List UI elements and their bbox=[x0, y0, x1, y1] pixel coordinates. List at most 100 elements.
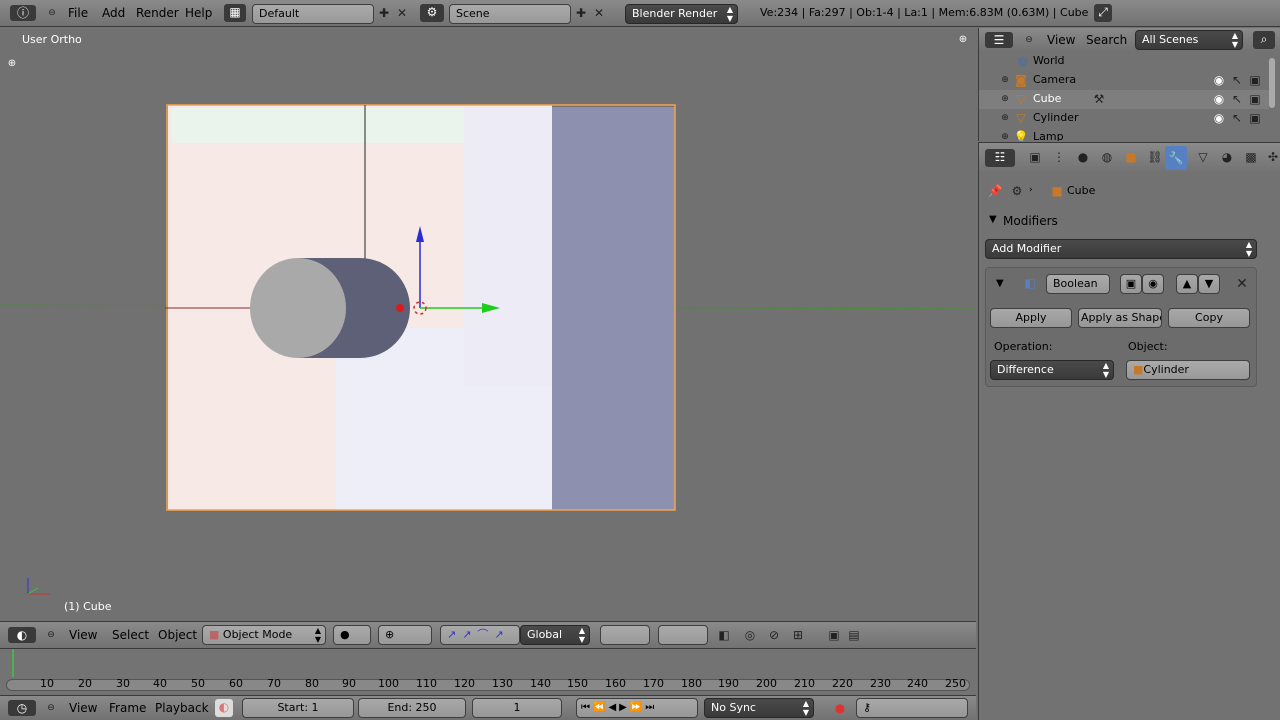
render-camera-icon[interactable]: ▣ bbox=[1247, 91, 1263, 107]
physics-tab-icon[interactable]: ✣ bbox=[1265, 149, 1280, 165]
outliner-editor-icon[interactable]: ☰ bbox=[985, 32, 1013, 48]
scene-icon[interactable]: ⚙ bbox=[420, 4, 444, 22]
list-item[interactable]: ⊕ ▽ Cube ⚒ ◉ ↖ ▣ bbox=[979, 90, 1269, 109]
scene-tab-icon[interactable]: ● bbox=[1075, 149, 1091, 165]
playback-controls[interactable]: ⏮⏪◀▶⏩⏭ bbox=[576, 698, 698, 718]
menu-view[interactable]: View bbox=[69, 625, 97, 645]
fullscreen-icon[interactable]: ⤢ bbox=[1094, 4, 1112, 22]
apply-as-shape-button[interactable]: Apply as Shape bbox=[1078, 308, 1162, 328]
collapse-menu-icon[interactable]: ⊖ bbox=[43, 700, 59, 716]
viewport-toggle[interactable]: ◉ bbox=[1142, 274, 1164, 294]
properties-editor-icon[interactable]: ☷ bbox=[985, 149, 1015, 167]
delete-layout-icon[interactable]: ✕ bbox=[394, 5, 410, 21]
object-field[interactable]: ■Cylinder bbox=[1126, 360, 1250, 380]
collapse-menu-icon[interactable]: ⊖ bbox=[1021, 32, 1037, 48]
start-frame-field[interactable]: Start: 1 bbox=[242, 698, 354, 718]
modifiers-panel-header[interactable]: ▼ Modifiers bbox=[985, 211, 1275, 233]
visibility-eye-icon[interactable]: ◉ bbox=[1211, 72, 1227, 88]
expand-icon[interactable]: ⊕ bbox=[997, 110, 1013, 126]
pin-icon[interactable]: 📌 bbox=[987, 183, 1003, 199]
render-animation-icon[interactable]: ▤ bbox=[846, 627, 862, 643]
panel-collapse-icon[interactable]: ▼ bbox=[989, 214, 997, 225]
editor-type-icon[interactable]: ◐ bbox=[8, 627, 36, 643]
menu-object[interactable]: Object bbox=[158, 625, 197, 645]
current-frame-field[interactable]: 1 bbox=[472, 698, 562, 718]
select-arrow-icon[interactable]: ↖ bbox=[1229, 72, 1245, 88]
mode-select[interactable]: ■ Object Mode ▲ ▼ bbox=[202, 625, 326, 645]
menu-playback[interactable]: Playback bbox=[155, 698, 209, 718]
snap-icon[interactable]: ⊘ bbox=[766, 627, 782, 643]
expand-icon[interactable]: ⊕ bbox=[997, 129, 1013, 141]
object-tab-icon[interactable]: ■ bbox=[1123, 149, 1139, 165]
delete-scene-icon[interactable]: ✕ bbox=[591, 5, 607, 21]
search-icon[interactable]: ⌕ bbox=[1253, 31, 1275, 49]
menu-render[interactable]: Render bbox=[136, 3, 179, 23]
visibility-eye-icon[interactable]: ◉ bbox=[1211, 110, 1227, 126]
add-layout-icon[interactable]: ✚ bbox=[376, 5, 392, 21]
lock-layer-icon[interactable]: ◧ bbox=[716, 627, 732, 643]
menu-frame[interactable]: Frame bbox=[109, 698, 146, 718]
expand-icon[interactable]: ⊕ bbox=[997, 72, 1013, 88]
outliner-filter-select[interactable]: All Scenes ▲ ▼ bbox=[1135, 30, 1243, 50]
outliner-scrollbar[interactable] bbox=[1269, 58, 1275, 108]
modifier-collapse-icon[interactable]: ▼ bbox=[996, 278, 1004, 289]
menu-help[interactable]: Help bbox=[185, 3, 212, 23]
record-icon[interactable]: ● bbox=[832, 700, 848, 716]
preview-range-icon[interactable]: ◐ bbox=[215, 699, 233, 717]
expand-icon[interactable]: ⊕ bbox=[997, 91, 1013, 107]
render-engine-select[interactable]: Blender Render ▲ ▼ bbox=[625, 4, 738, 24]
menu-file[interactable]: File bbox=[68, 3, 88, 23]
move-down-button[interactable]: ▼ bbox=[1198, 274, 1220, 294]
collapse-menu-icon[interactable]: ⊖ bbox=[43, 627, 59, 643]
texture-tab-icon[interactable]: ▩ bbox=[1243, 149, 1259, 165]
proportional-edit-icon[interactable]: ◎ bbox=[742, 627, 758, 643]
constraints-tab-icon[interactable]: ⛓ bbox=[1147, 149, 1163, 165]
remove-modifier-icon[interactable]: ✕ bbox=[1234, 276, 1250, 292]
modifier-name-field[interactable]: Boolean bbox=[1046, 274, 1110, 294]
add-scene-icon[interactable]: ✚ bbox=[573, 5, 589, 21]
pivot-select[interactable]: ⊕ bbox=[378, 625, 432, 645]
menu-search[interactable]: Search bbox=[1086, 30, 1127, 50]
end-frame-field[interactable]: End: 250 bbox=[358, 698, 466, 718]
list-item[interactable]: ◍ World bbox=[979, 52, 1269, 71]
scene-field[interactable]: Scene bbox=[449, 4, 571, 24]
material-tab-icon[interactable]: ◕ bbox=[1219, 149, 1235, 165]
keying-set-field[interactable]: ⚷ bbox=[856, 698, 968, 718]
render-tab-icon[interactable]: ▣ bbox=[1027, 149, 1043, 165]
operation-select[interactable]: Difference ▲ ▼ bbox=[990, 360, 1114, 380]
visibility-eye-icon[interactable]: ◉ bbox=[1211, 91, 1227, 107]
timeline-area[interactable]: 10 20 30 40 50 60 70 80 90 100 110 120 1… bbox=[0, 648, 976, 694]
render-camera-icon[interactable]: ▣ bbox=[1247, 110, 1263, 126]
select-arrow-icon[interactable]: ↖ bbox=[1229, 91, 1245, 107]
screen-layout-field[interactable]: Default bbox=[252, 4, 374, 24]
sync-select[interactable]: No Sync ▲ ▼ bbox=[704, 698, 814, 718]
list-item[interactable]: ⊕ ◙ Camera ◉ ↖ ▣ bbox=[979, 71, 1269, 90]
snap-element-icon[interactable]: ⊞ bbox=[790, 627, 806, 643]
collapse-menu-icon[interactable]: ⊖ bbox=[44, 5, 60, 21]
menu-view[interactable]: View bbox=[69, 698, 97, 718]
screen-layout-icon[interactable]: ▦ bbox=[224, 4, 246, 22]
shading-select[interactable]: ● bbox=[333, 625, 371, 645]
info-editor-icon[interactable]: ⓘ bbox=[10, 5, 36, 21]
menu-select[interactable]: Select bbox=[112, 625, 149, 645]
list-item[interactable]: ⊕ ▽ Cylinder ◉ ↖ ▣ bbox=[979, 109, 1269, 128]
select-arrow-icon[interactable]: ↖ bbox=[1229, 110, 1245, 126]
modifiers-tab-icon[interactable]: 🔧 bbox=[1165, 146, 1187, 170]
data-tab-icon[interactable]: ▽ bbox=[1195, 149, 1211, 165]
layer-buttons-2[interactable] bbox=[658, 625, 708, 645]
apply-button[interactable]: Apply bbox=[990, 308, 1072, 328]
world-tab-icon[interactable]: ◍ bbox=[1099, 149, 1115, 165]
render-preview-icon[interactable]: ▣ bbox=[826, 627, 842, 643]
orientation-select[interactable]: Global ▲ ▼ bbox=[520, 625, 590, 645]
render-camera-icon[interactable]: ▣ bbox=[1247, 72, 1263, 88]
render-layers-tab-icon[interactable]: ⋮ bbox=[1051, 149, 1067, 165]
manipulator-buttons[interactable]: ↗↗⌒↗ bbox=[440, 625, 520, 645]
render-toggle[interactable]: ▣ bbox=[1120, 274, 1142, 294]
add-modifier-select[interactable]: Add Modifier ▲ ▼ bbox=[985, 239, 1257, 259]
move-up-button[interactable]: ▲ bbox=[1176, 274, 1198, 294]
editor-type-icon[interactable]: ◷ bbox=[8, 700, 36, 716]
menu-view[interactable]: View bbox=[1047, 30, 1075, 50]
copy-button[interactable]: Copy bbox=[1168, 308, 1250, 328]
list-item[interactable]: ⊕ 💡 Lamp bbox=[979, 128, 1269, 141]
layer-buttons-1[interactable] bbox=[600, 625, 650, 645]
